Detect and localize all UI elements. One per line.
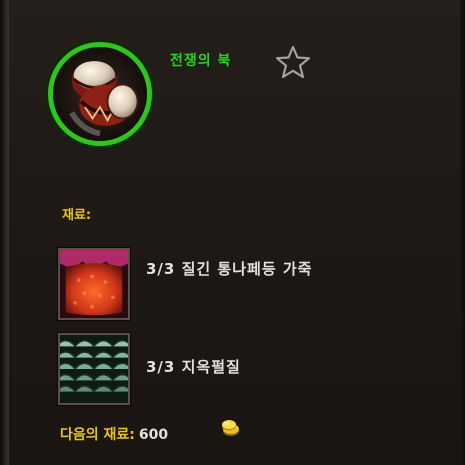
panel-left-border	[0, 0, 9, 465]
panel-right-border	[460, 0, 465, 465]
coin-icon	[219, 418, 241, 438]
cost-value: 600	[138, 427, 169, 443]
reagent-2-count: 3/3	[146, 358, 176, 376]
red-leather-icon[interactable]	[58, 248, 130, 320]
reagent-2-name: 지옥펄질	[181, 358, 241, 376]
reagents-label: 재료:	[62, 208, 92, 223]
reagent-2-text: 3/3 지옥펄질	[146, 356, 241, 378]
reagent-1-text: 3/3 질긴 통나페등 가죽	[146, 258, 376, 280]
reagent-1-name: 질긴 통나페등 가죽	[181, 260, 313, 278]
recipe-tooltip-panel: 전쟁의 북 재료: 3/3 질긴 통나페등 가죽 3/3 지옥펄질 다음의 재료…	[0, 0, 465, 465]
reagent-1-count: 3/3	[146, 260, 176, 278]
cost-label: 다음의 재료:	[60, 427, 135, 443]
star-outline-icon[interactable]	[274, 44, 312, 80]
recipe-name: 전쟁의 북	[170, 53, 232, 69]
green-scale-icon[interactable]	[58, 333, 130, 405]
cost-line: 다음의 재료: 600	[60, 424, 168, 444]
war-drums-icon[interactable]	[48, 42, 152, 146]
